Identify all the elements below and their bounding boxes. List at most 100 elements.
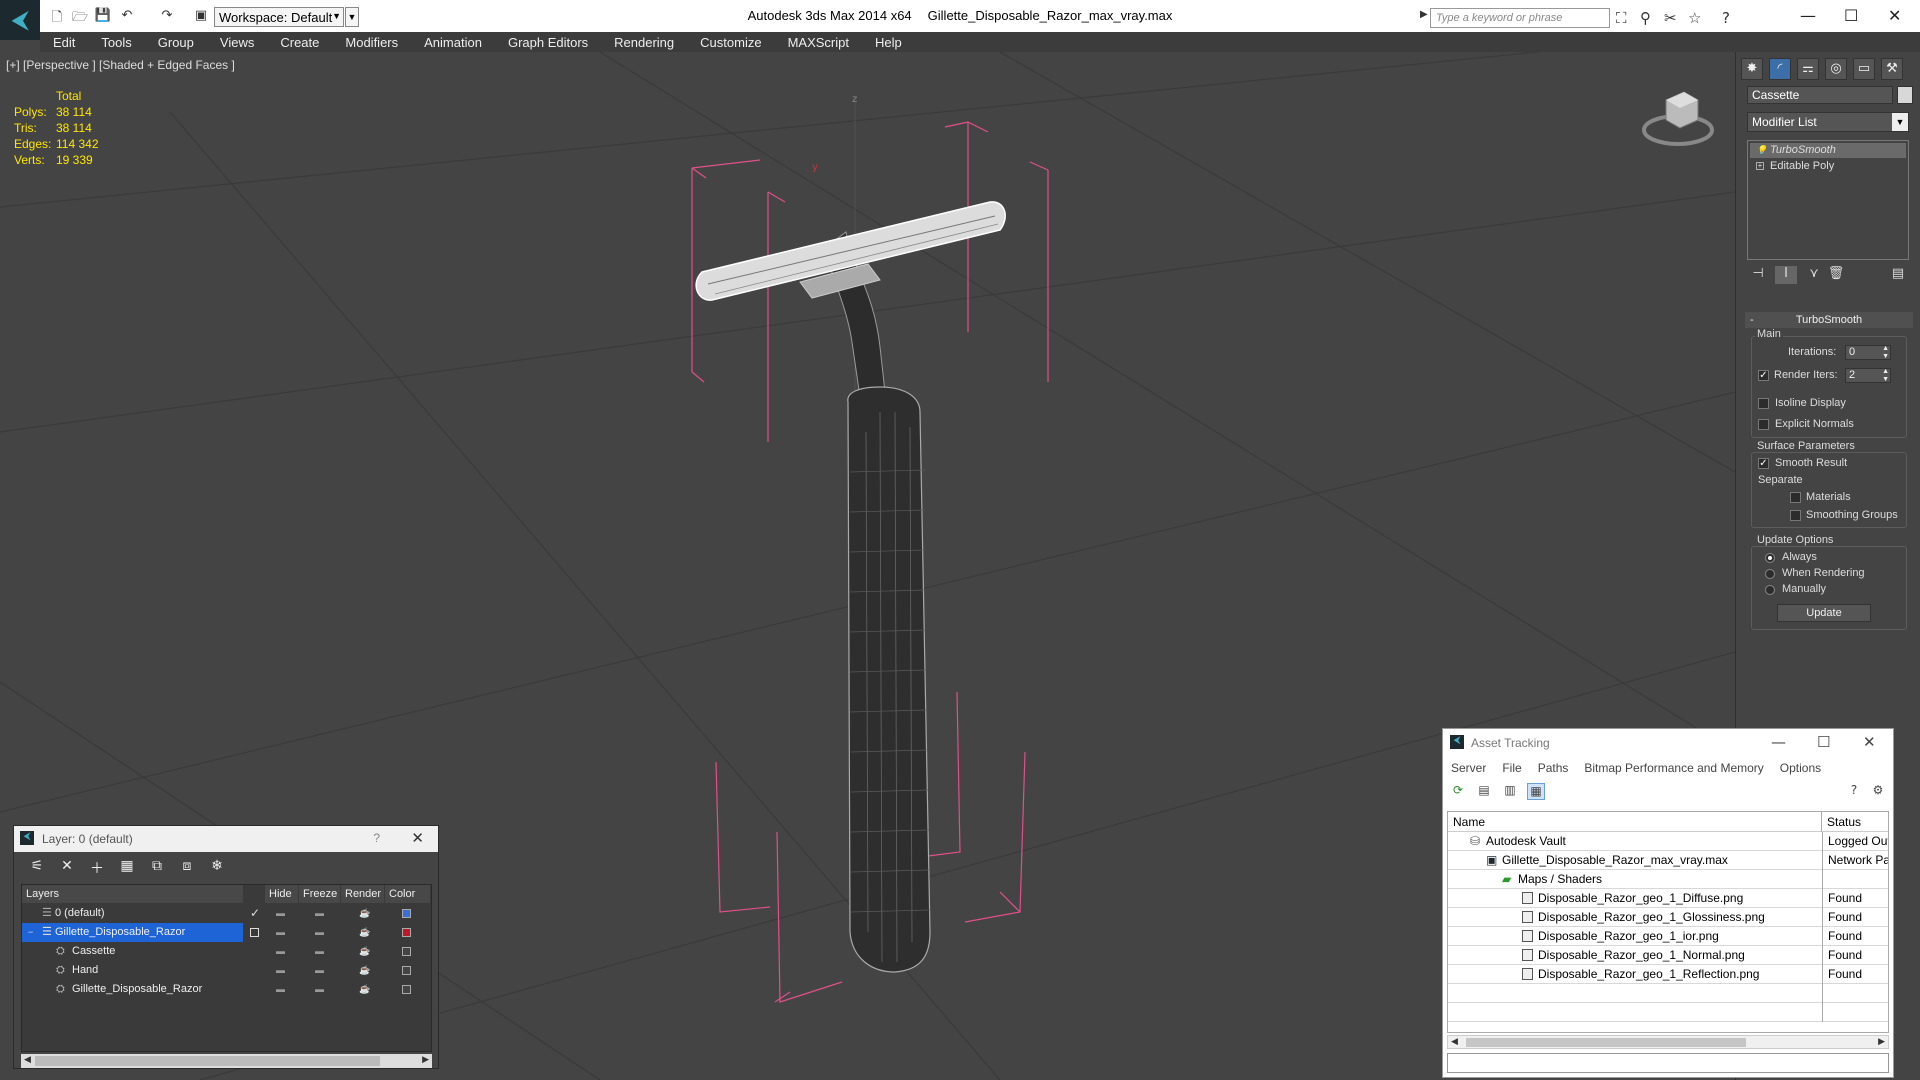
asset-list[interactable]: Name Status ⛁ Autodesk Vault Logged Out ▣ G…: [1447, 811, 1889, 1033]
menu-customize[interactable]: Customize: [700, 35, 761, 50]
asset-row[interactable]: ⛁ Autodesk Vault Logged Out: [1448, 832, 1888, 851]
modifier-list-dropdown[interactable]: Modifier List ▼: [1747, 112, 1909, 132]
hide-toggle[interactable]: ▬: [276, 904, 285, 923]
menu-options[interactable]: Options: [1780, 761, 1821, 775]
search-input[interactable]: Type a keyword or phrase: [1430, 8, 1610, 28]
asset-row[interactable]: Disposable_Razor_geo_1_Glossiness.png Fou…: [1448, 908, 1888, 927]
expand-arrow-icon[interactable]: ▶: [1420, 9, 1428, 20]
viewcube-icon[interactable]: [1638, 82, 1718, 152]
minimize-button[interactable]: —: [1800, 6, 1816, 25]
menu-views[interactable]: Views: [220, 35, 254, 50]
menu-tools[interactable]: Tools: [101, 35, 131, 50]
make-unique-icon[interactable]: ⋎: [1803, 266, 1825, 284]
menu-group[interactable]: Group: [158, 35, 194, 50]
asset-row[interactable]: Disposable_Razor_geo_1_Normal.png Found: [1448, 946, 1888, 965]
modifier-stack[interactable]: 💡 TurboSmooth + Editable Poly: [1747, 140, 1909, 260]
maximize-button[interactable]: ☐: [1817, 733, 1830, 751]
col-hide[interactable]: Hide: [265, 885, 299, 903]
binoculars-icon[interactable]: ⛶: [1616, 9, 1627, 27]
asset-tracking-titlebar[interactable]: ⮜ Asset Tracking — ☐ ✕: [1443, 729, 1893, 757]
viewport-label[interactable]: [+] [Perspective ] [Shaded + Edged Faces…: [6, 58, 235, 72]
menu-file[interactable]: File: [1502, 761, 1521, 775]
pin-stack-icon[interactable]: ⊣: [1747, 266, 1769, 284]
menu-edit[interactable]: Edit: [53, 35, 75, 50]
smoothing-groups-checkbox[interactable]: [1790, 510, 1801, 521]
menu-bitmap-performance[interactable]: Bitmap Performance and Memory: [1584, 761, 1763, 775]
explicit-normals-checkbox[interactable]: [1758, 419, 1769, 430]
spinner-arrows-icon[interactable]: ▲ ▼: [1882, 345, 1889, 361]
turbosmooth-rollout-header[interactable]: - TurboSmooth: [1745, 312, 1913, 328]
stack-item-turbosmooth[interactable]: 💡 TurboSmooth: [1750, 143, 1906, 158]
render-teapot-icon[interactable]: ☕: [359, 904, 370, 923]
minimize-button[interactable]: —: [1771, 733, 1786, 751]
close-button[interactable]: ✕: [411, 829, 424, 847]
freeze-toggle[interactable]: ▬: [315, 942, 324, 961]
menu-paths[interactable]: Paths: [1538, 761, 1569, 775]
help-icon[interactable]: ?: [1845, 783, 1863, 800]
freeze-toggle[interactable]: ▬: [315, 980, 324, 999]
render-teapot-icon[interactable]: ☕: [359, 942, 370, 961]
key-icon[interactable]: ⚲: [1640, 9, 1651, 27]
smooth-result-checkbox[interactable]: ✓: [1758, 458, 1769, 469]
collapse-icon[interactable]: −: [28, 923, 33, 942]
help-icon[interactable]: ?: [1722, 9, 1730, 27]
layer-dialog-titlebar[interactable]: ⮜ Layer: 0 (default) ? ✕: [14, 826, 438, 852]
col-name[interactable]: Name: [1448, 812, 1822, 832]
spinner-arrows-icon[interactable]: ▲ ▼: [1882, 368, 1889, 384]
modify-tab-icon[interactable]: ◜: [1769, 58, 1791, 80]
menu-create[interactable]: Create: [280, 35, 319, 50]
select-in-layer-icon[interactable]: ▦: [118, 858, 136, 874]
maximize-button[interactable]: ☐: [1844, 6, 1858, 25]
favorites-star-icon[interactable]: ☆: [1688, 9, 1701, 27]
refresh-icon[interactable]: ⟳: [1449, 783, 1467, 800]
freeze-toggle[interactable]: ▬: [315, 961, 324, 980]
add-layer-icon[interactable]: ＋: [88, 858, 106, 877]
delete-layer-icon[interactable]: ✕: [58, 858, 76, 874]
asset-row[interactable]: Disposable_Razor_geo_1_ior.png Found: [1448, 927, 1888, 946]
menu-animation[interactable]: Animation: [424, 35, 482, 50]
hide-all-layers-icon[interactable]: ⧈: [178, 858, 196, 874]
expand-icon[interactable]: +: [1756, 162, 1764, 170]
layer-row[interactable]: ☰ 0 (default) ✓ ▬ ▬ ☕: [22, 904, 431, 923]
settings-icon[interactable]: ⚙: [1869, 783, 1887, 800]
detail-view-icon[interactable]: ▥: [1501, 783, 1519, 800]
table-view-icon[interactable]: ▦: [1527, 783, 1545, 800]
scroll-thumb[interactable]: [35, 1056, 380, 1066]
scroll-left-icon[interactable]: ◀: [24, 1054, 31, 1065]
scroll-thumb[interactable]: [1466, 1038, 1746, 1047]
object-row[interactable]: ⛭ Hand ▬ ▬ ☕: [22, 961, 431, 980]
scroll-right-icon[interactable]: ▶: [422, 1054, 429, 1065]
hide-toggle[interactable]: ▬: [276, 923, 285, 942]
col-color[interactable]: Color: [385, 885, 431, 903]
highlight-layer-icon[interactable]: ⧉: [148, 858, 166, 874]
col-layers[interactable]: Layers: [22, 885, 244, 903]
col-render[interactable]: Render: [341, 885, 385, 903]
object-color-swatch[interactable]: [402, 966, 411, 975]
asset-row[interactable]: Disposable_Razor_geo_1_Diffuse.png Found: [1448, 889, 1888, 908]
horizontal-scrollbar[interactable]: ◀ ▶: [1447, 1035, 1889, 1049]
motion-tab-icon[interactable]: ◎: [1825, 58, 1847, 80]
col-freeze[interactable]: Freeze: [299, 885, 341, 903]
always-radio[interactable]: [1765, 553, 1775, 563]
update-button[interactable]: Update: [1777, 604, 1871, 622]
horizontal-scrollbar[interactable]: ◀ ▶: [21, 1054, 432, 1068]
when-rendering-radio[interactable]: [1765, 569, 1775, 579]
create-tab-icon[interactable]: ✸: [1741, 58, 1763, 80]
isoline-display-checkbox[interactable]: [1758, 398, 1769, 409]
render-teapot-icon[interactable]: ☕: [359, 923, 370, 942]
layer-list[interactable]: Layers Hide Freeze Render Color ☰ 0 (defa…: [21, 884, 432, 1052]
display-tab-icon[interactable]: ▭: [1853, 58, 1875, 80]
asset-row[interactable]: Disposable_Razor_geo_1_Reflection.png Fou…: [1448, 965, 1888, 984]
freeze-toggle[interactable]: ▬: [315, 904, 324, 923]
freeze-toggle[interactable]: ▬: [315, 923, 324, 942]
materials-checkbox[interactable]: [1790, 492, 1801, 503]
object-color-swatch[interactable]: [402, 947, 411, 956]
render-iters-spinner[interactable]: 2 ▲ ▼: [1845, 368, 1891, 383]
tools-icon[interactable]: ✂: [1664, 9, 1677, 27]
asset-row[interactable]: ▰ Maps / Shaders: [1448, 870, 1888, 889]
help-button[interactable]: ?: [373, 831, 380, 845]
hide-toggle[interactable]: ▬: [276, 961, 285, 980]
set-active-box[interactable]: [250, 928, 259, 937]
hierarchy-tab-icon[interactable]: ⚎: [1797, 58, 1819, 80]
configure-sets-icon[interactable]: ▤: [1887, 266, 1909, 284]
